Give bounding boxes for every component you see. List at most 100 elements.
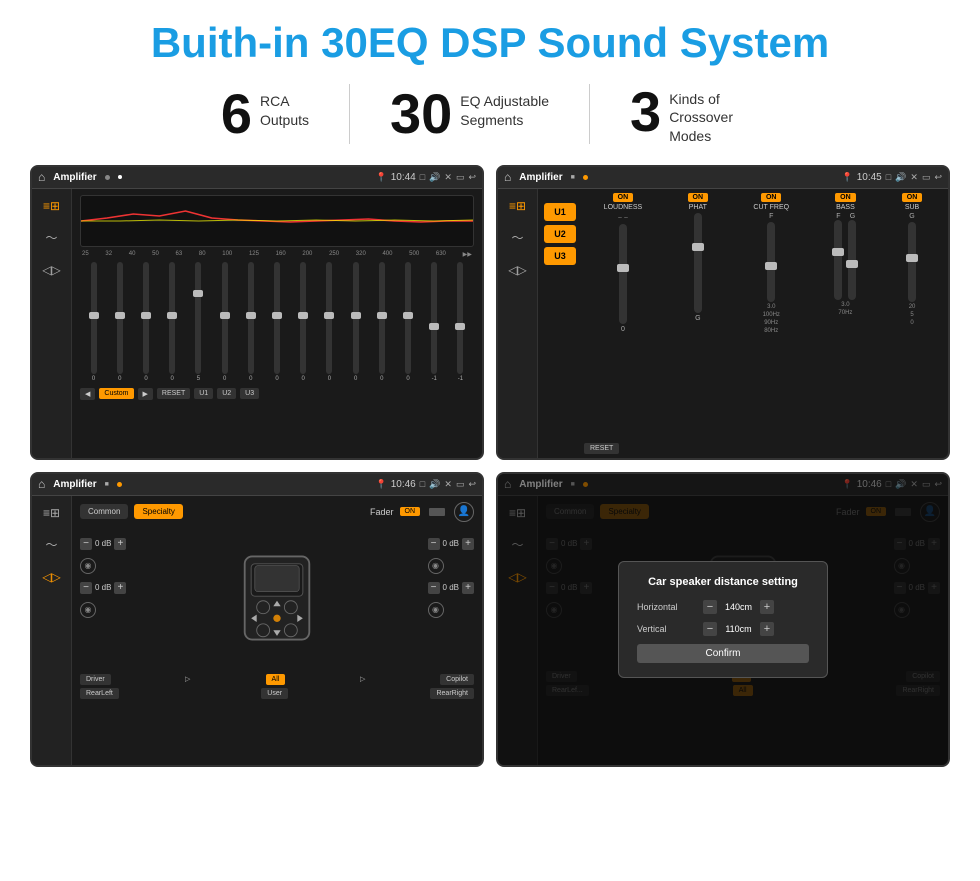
- loudness-slider[interactable]: [619, 224, 627, 324]
- user-btn[interactable]: User: [261, 688, 288, 699]
- u3-btn[interactable]: U3: [544, 247, 576, 265]
- screen2-time: 10:45: [857, 172, 882, 183]
- screen3-time: 10:46: [391, 479, 416, 490]
- wave-icon[interactable]: 〜: [40, 229, 64, 247]
- topbar-icons2: 📍 10:45 □ 🔊 ✕ ▭ ↩: [841, 172, 942, 183]
- sub-on[interactable]: ON: [902, 193, 923, 202]
- bass-slider-f[interactable]: [834, 220, 842, 300]
- home-icon2[interactable]: ⌂: [504, 170, 511, 184]
- fader-slider-thumb[interactable]: [429, 508, 445, 516]
- home-icon3[interactable]: ⌂: [38, 477, 45, 491]
- minus-btn-3[interactable]: −: [428, 538, 440, 550]
- crossover-main: U1 U2 U3 ON LOUDNESS ~ ~: [538, 189, 948, 458]
- db-row-2: − 0 dB +: [80, 582, 126, 594]
- back-icon[interactable]: ↩: [468, 172, 476, 183]
- speaker-icon-side[interactable]: ◁▷: [40, 261, 64, 279]
- eq-prev-btn[interactable]: ◀: [80, 388, 95, 400]
- camera-icon3: □: [420, 479, 425, 489]
- u1-btn[interactable]: U1: [544, 203, 576, 221]
- common-tab[interactable]: Common: [80, 504, 128, 519]
- on-badges-row: ON LOUDNESS ~ ~ 0: [584, 193, 942, 334]
- specialty-tab[interactable]: Specialty: [134, 504, 182, 519]
- cutfreq-on[interactable]: ON: [761, 193, 782, 202]
- reset-btn[interactable]: RESET: [584, 443, 619, 454]
- vertical-label: Vertical: [637, 624, 697, 634]
- screen1-time: 10:44: [391, 172, 416, 183]
- eq-col-4: 5: [187, 262, 210, 382]
- back-icon3[interactable]: ↩: [468, 479, 476, 490]
- bass-slider-g[interactable]: [848, 220, 856, 300]
- horizontal-value: 140cm: [721, 602, 756, 612]
- distance-dialog: Car speaker distance setting Horizontal …: [618, 561, 828, 678]
- db-row-1: − 0 dB +: [80, 538, 126, 550]
- minus-btn-2[interactable]: −: [80, 582, 92, 594]
- eq-icon2[interactable]: ≡⊞: [506, 197, 530, 215]
- eq-icon3[interactable]: ≡⊞: [40, 504, 64, 522]
- phat-slider[interactable]: [694, 213, 702, 313]
- location-icon: 📍: [375, 172, 386, 183]
- plus-btn-3[interactable]: +: [462, 538, 474, 550]
- rearleft-btn[interactable]: RearLeft: [80, 688, 119, 699]
- horizontal-ctrl: − 140cm +: [703, 600, 774, 614]
- vertical-minus[interactable]: −: [703, 622, 717, 636]
- volume-icon2: 🔊: [895, 172, 906, 183]
- wave-icon2[interactable]: 〜: [506, 229, 530, 247]
- reset-row: RESET: [584, 443, 942, 454]
- eq-icon[interactable]: ≡⊞: [40, 197, 64, 215]
- plus-btn-2[interactable]: +: [114, 582, 126, 594]
- screen3-title: Amplifier: [53, 479, 96, 490]
- speaker-icon2[interactable]: ◁▷: [506, 261, 530, 279]
- minus-btn-1[interactable]: −: [80, 538, 92, 550]
- eq-u3-btn[interactable]: U3: [240, 388, 259, 399]
- eq-col-3: 0: [161, 262, 184, 382]
- u2-btn[interactable]: U2: [544, 225, 576, 243]
- eq-custom-btn[interactable]: Custom: [99, 388, 133, 399]
- wave-icon3[interactable]: 〜: [40, 536, 64, 554]
- location-icon2: 📍: [841, 172, 852, 183]
- stat-number-rca: 6: [221, 86, 252, 142]
- all-btn[interactable]: All: [266, 674, 286, 685]
- copilot-btn[interactable]: Copilot: [440, 674, 474, 685]
- bass-ctrl: ON BASS F: [834, 193, 856, 334]
- eq-col-10: 0: [344, 262, 367, 382]
- driver-btn[interactable]: Driver: [80, 674, 111, 685]
- vertical-plus[interactable]: +: [760, 622, 774, 636]
- confirm-btn[interactable]: Confirm: [637, 644, 809, 663]
- screen-eq: ⌂ Amplifier 📍 10:44 □ 🔊 ✕ ▭ ↩ ≡⊞: [30, 165, 484, 460]
- minus-btn-4[interactable]: −: [428, 582, 440, 594]
- plus-btn-4[interactable]: +: [462, 582, 474, 594]
- camera-icon: □: [420, 172, 425, 182]
- bass-on[interactable]: ON: [835, 193, 856, 202]
- eq-main: 2532405063 80100125160200 25032040050063…: [72, 189, 482, 458]
- eq-reset-btn[interactable]: RESET: [157, 388, 190, 399]
- eq-u2-btn[interactable]: U2: [217, 388, 236, 399]
- cutfreq-slider-f[interactable]: [767, 222, 775, 302]
- topbar-icons1: 📍 10:44 □ 🔊 ✕ ▭ ↩: [375, 172, 476, 183]
- loudness-on[interactable]: ON: [613, 193, 634, 202]
- phat-on[interactable]: ON: [688, 193, 709, 202]
- speaker-icon3[interactable]: ◁▷: [40, 568, 64, 586]
- close-icon2: ✕: [910, 172, 918, 183]
- stat-rca: 6 RCAOutputs: [181, 86, 349, 142]
- horizontal-minus[interactable]: −: [703, 600, 717, 614]
- fader-on[interactable]: ON: [400, 507, 421, 516]
- horizontal-plus[interactable]: +: [760, 600, 774, 614]
- person-icon: 👤: [454, 502, 474, 522]
- eq-play-btn[interactable]: ▶: [138, 388, 153, 400]
- sub-slider[interactable]: [908, 222, 916, 302]
- bass-label: BASS: [836, 204, 855, 211]
- home-icon[interactable]: ⌂: [38, 170, 45, 184]
- stats-row: 6 RCAOutputs 30 EQ AdjustableSegments 3 …: [30, 84, 950, 145]
- eq-u1-btn[interactable]: U1: [194, 388, 213, 399]
- screen2-topbar: ⌂ Amplifier ■ 📍 10:45 □ 🔊 ✕ ▭ ↩: [498, 167, 948, 189]
- dialog-title: Car speaker distance setting: [637, 576, 809, 588]
- eq-col-1: 0: [108, 262, 131, 382]
- battery-icon: ▭: [456, 172, 465, 183]
- plus-btn-1[interactable]: +: [114, 538, 126, 550]
- screen3-sidebar: ≡⊞ 〜 ◁▷: [32, 496, 72, 765]
- fader-top: Common Specialty Fader ON 👤: [80, 502, 474, 522]
- close-icon: ✕: [444, 172, 452, 183]
- speaker-left-1: ◉: [80, 558, 96, 574]
- back-icon2[interactable]: ↩: [934, 172, 942, 183]
- rearright-btn[interactable]: RearRight: [430, 688, 474, 699]
